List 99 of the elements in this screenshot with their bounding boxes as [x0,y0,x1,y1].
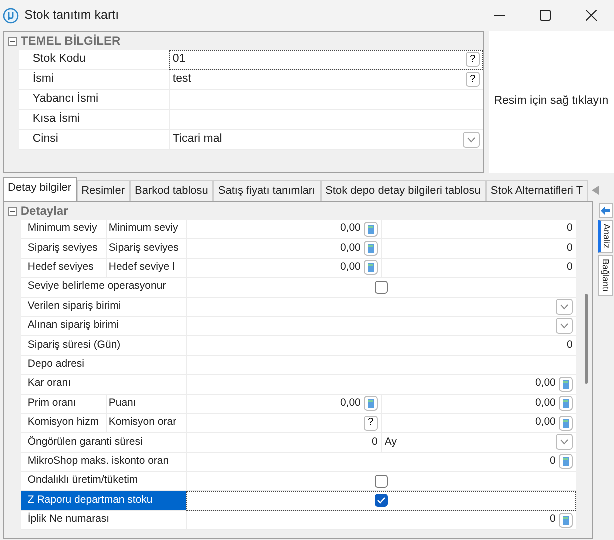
checkmark-icon [376,497,386,504]
value-field[interactable]: Ay [380,433,576,453]
help-button[interactable]: ? [466,52,480,67]
property-label: Hedef seviye l [106,258,186,278]
tab[interactable]: Resimler [76,180,130,201]
property-label[interactable]: Sipariş seviyes [20,239,106,259]
property-label: Minimum seviy [106,220,186,240]
tab[interactable]: Stok depo detay bilgileri tablosu [320,180,486,201]
calculator-icon[interactable] [558,376,573,392]
maximize-icon [540,10,550,21]
side-tab[interactable]: Bağlantı [598,254,613,296]
property-label[interactable]: Z Raporu departman stoku [20,491,186,511]
value-field[interactable]: 0 [186,452,576,472]
value-field[interactable]: 0,00 [186,258,381,278]
value-field[interactable] [186,472,576,492]
field-label: Yabancı İsmi [18,90,169,110]
tab[interactable]: Stok Alternatifleri T [486,180,588,201]
property-label[interactable]: Kar oranı [20,375,186,395]
property-label[interactable]: MikroShop maks. iskonto oran [20,452,186,472]
property-label[interactable]: Depo adresi [20,356,186,376]
value-field[interactable] [186,316,576,336]
collapse-icon[interactable] [8,36,17,46]
value-field[interactable]: ? [186,414,381,434]
value-field[interactable]: 0,00 [380,394,576,414]
app-icon [2,8,19,24]
calculator-icon[interactable] [558,396,573,412]
value-field[interactable]: 0,00 [186,239,381,259]
chevron-down-icon [560,439,569,446]
calculator-icon[interactable] [558,512,573,528]
image-panel[interactable]: Resim için sağ tıklayın [488,31,614,173]
pin-button[interactable] [598,203,613,218]
input-field[interactable] [168,110,483,130]
checkbox[interactable] [374,474,388,488]
window-title: Stok tanıtım kartı [24,7,120,24]
dropdown-button[interactable] [556,434,573,450]
tab[interactable]: Detay bilgiler [3,177,77,201]
side-tab[interactable]: Analiz [598,220,613,253]
value-field[interactable]: 0 [186,433,381,453]
field-label: Kısa İsmi [18,110,169,130]
property-label: Sipariş seviyes [106,239,186,259]
calculator-icon[interactable] [364,396,378,412]
chevron-down-icon [560,304,569,310]
property-label[interactable]: Hedef seviyes [20,258,106,278]
calculator-icon[interactable] [558,416,573,431]
value-field[interactable] [186,298,576,317]
arrow-left-icon [601,206,610,214]
section-title: TEMEL BİLGİLER [20,33,121,50]
value-field[interactable] [186,278,576,298]
property-label[interactable]: Verilen sipariş birimi [20,298,186,317]
value-field[interactable]: 0 [380,239,576,259]
input-field[interactable]: Ticari mal [168,130,483,150]
calculator-icon[interactable] [558,454,573,470]
checkbox[interactable] [374,494,388,508]
property-label[interactable]: İplik Ne numarası [20,510,186,530]
tab[interactable]: Satış fiyatı tanımları [213,180,321,201]
value-field[interactable]: 0,00 [186,394,381,414]
calculator-icon[interactable] [364,260,378,276]
property-label[interactable]: Komisyon hizm [20,414,106,434]
scroll-left-icon[interactable] [592,186,600,195]
tab[interactable]: Barkod tablosu [130,180,214,201]
chevron-down-icon [466,136,476,142]
chevron-down-icon [560,323,569,330]
help-button[interactable]: ? [466,72,480,87]
value-field[interactable]: 0,00 [186,220,381,240]
input-field[interactable]: test ? [168,70,483,90]
value-field[interactable] [186,356,576,376]
input-field[interactable] [168,90,483,110]
value-field[interactable]: 0 [186,510,576,530]
property-label[interactable]: Alınan sipariş birimi [20,316,186,336]
property-label[interactable]: Prim oranı [20,394,106,414]
image-hint: Resim için sağ tıklayın [494,94,609,110]
property-label: Puanı [106,394,186,414]
value-field[interactable]: 0 [186,336,576,356]
calculator-icon[interactable] [364,222,378,237]
property-label[interactable]: Ondalıklı üretim/tüketim [20,472,186,492]
checkbox[interactable] [374,280,388,294]
close-icon [586,10,596,21]
property-label[interactable]: Öngörülen garanti süresi [20,433,186,453]
dropdown-button[interactable] [556,298,573,315]
section-title: Detaylar [20,203,68,220]
input-field[interactable]: 01 ? [168,50,483,70]
property-label[interactable]: Minimum seviy [20,220,106,240]
collapse-icon[interactable] [8,206,17,216]
dropdown-button[interactable] [462,132,480,148]
value-field[interactable] [186,491,576,511]
value-field[interactable]: 0 [380,258,576,278]
field-label: Stok Kodu [18,50,169,70]
value-field[interactable]: 0,00 [380,414,576,434]
dropdown-button[interactable] [556,318,573,334]
scrollbar-thumb[interactable] [584,294,588,384]
value-field[interactable]: 0 [380,220,576,240]
property-label: Komisyon orar [106,414,186,434]
property-label[interactable]: Sipariş süresi (Gün) [20,336,186,356]
property-label[interactable]: Seviye belirleme operasyonur [20,278,186,298]
value-field[interactable]: 0,00 [186,375,576,395]
field-label: İsmi [18,70,169,90]
calculator-icon[interactable] [364,241,378,256]
help-button[interactable]: ? [364,416,378,431]
field-label: Cinsi [18,130,169,150]
